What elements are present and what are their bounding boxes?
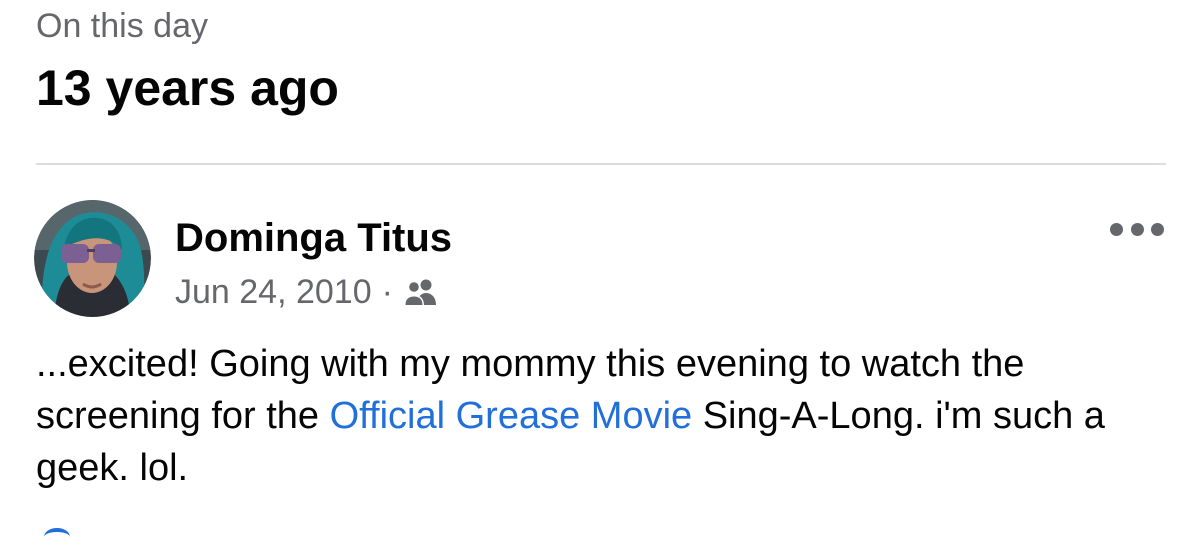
more-dot: [1130, 222, 1144, 236]
partial-icon: [44, 528, 70, 546]
post-meta: Jun 24, 2010 ·: [175, 270, 437, 314]
post-body: ...excited! Going with my mommy this eve…: [36, 338, 1176, 494]
more-dot: [1110, 222, 1123, 236]
more-options-icon[interactable]: [1110, 212, 1164, 246]
meta-separator: ·: [381, 272, 393, 311]
avatar-photo: [34, 200, 151, 317]
author-name[interactable]: Dominga Titus: [175, 214, 452, 262]
friends-icon[interactable]: [403, 277, 437, 307]
section-label: On this day: [36, 7, 208, 45]
more-dot: [1151, 222, 1164, 236]
divider: [36, 163, 1166, 165]
page-link[interactable]: Official Grease Movie: [330, 395, 693, 437]
section-title: 13 years ago: [36, 60, 339, 116]
post-date[interactable]: Jun 24, 2010: [175, 273, 372, 312]
avatar[interactable]: [34, 200, 151, 317]
